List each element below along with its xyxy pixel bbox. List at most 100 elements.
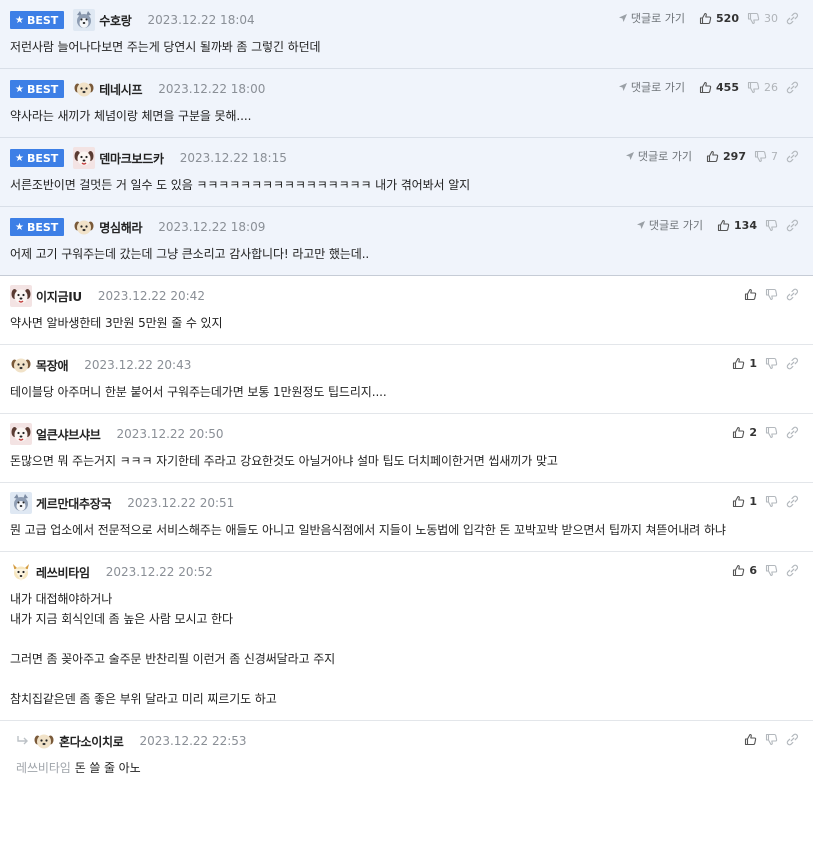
author-nickname[interactable]: 혼다소이치로 (59, 733, 124, 750)
mention-tag[interactable]: 레쓰비타임 (16, 761, 71, 775)
author-nickname[interactable]: 덴마크보드카 (99, 150, 164, 167)
dog-red-avatar[interactable] (10, 285, 32, 307)
author-nickname[interactable]: 명심해라 (99, 219, 142, 236)
upvote-button[interactable]: 520 (699, 12, 739, 25)
copy-link-button[interactable] (786, 357, 799, 370)
comment-date: 2023.12.22 20:52 (105, 565, 213, 579)
downvote-button[interactable] (765, 495, 778, 508)
comment-text-line: 참치집같은덴 좀 좋은 부위 달라고 미리 찌르기도 하고 (10, 692, 277, 706)
upvote-button[interactable] (744, 288, 757, 301)
thumbs-down-icon (765, 288, 778, 300)
author-nickname[interactable]: 목장애 (36, 357, 69, 374)
copy-link-button[interactable] (786, 564, 799, 577)
upvote-button[interactable]: 2 (732, 426, 757, 439)
comment-header: 목장애 2023.12.22 20:43 1 (10, 354, 803, 376)
thumbs-up-icon (706, 150, 719, 162)
comment-header: 얼큰샤브샤브 2023.12.22 20:50 2 (10, 423, 803, 445)
puppy-avatar[interactable] (10, 354, 32, 376)
goto-comment-link[interactable]: 댓글로 가기 (636, 217, 703, 233)
husky-avatar[interactable] (73, 9, 96, 31)
upvote-button[interactable]: 455 (699, 81, 739, 94)
thumbs-up-icon (699, 81, 712, 93)
downvote-button[interactable] (765, 564, 778, 577)
comment-header: 혼다소이치로 2023.12.22 22:53 (16, 730, 803, 752)
copy-link-button[interactable] (786, 150, 799, 163)
upvote-count: 1 (749, 356, 757, 370)
thumbs-down-icon (765, 733, 778, 745)
best-badge-label: BEST (26, 220, 59, 234)
upvote-count: 1 (749, 494, 757, 508)
author-nickname[interactable]: 테네시프 (99, 81, 142, 98)
comment-body: 약사면 알바생한테 3만원 5만원 줄 수 있지 (10, 307, 803, 344)
puppy-avatar[interactable] (73, 216, 95, 238)
copy-link-button[interactable] (786, 426, 799, 439)
upvote-button[interactable]: 1 (732, 495, 757, 508)
author-nickname[interactable]: 수호랑 (99, 12, 132, 29)
downvote-button[interactable] (765, 219, 778, 232)
downvote-button[interactable] (765, 426, 778, 439)
comment-actions: 1 (724, 354, 799, 372)
comment-date: 2023.12.22 20:50 (116, 427, 224, 441)
comment-header: 레쓰비타임 2023.12.22 20:52 6 (10, 561, 803, 583)
comment-body: 뭔 고급 업소에서 전문적으로 서비스해주는 애들도 아니고 일반음식점에서 지… (10, 514, 803, 551)
copy-link-button[interactable] (786, 288, 799, 301)
downvote-button[interactable]: 7 (754, 150, 778, 163)
copy-link-button[interactable] (786, 219, 799, 232)
downvote-button[interactable] (765, 733, 778, 746)
comment-header: ★ BEST 수호랑 2023.12.22 18:04 댓글로 가기 520 30 (10, 9, 803, 31)
dog-red-avatar[interactable] (73, 147, 96, 169)
upvote-button[interactable]: 6 (732, 564, 757, 577)
goto-comment-label: 댓글로 가기 (637, 150, 693, 163)
link-icon (786, 219, 799, 231)
author-nickname[interactable]: 얼큰샤브샤브 (36, 426, 101, 443)
upvote-count: 6 (749, 563, 757, 577)
upvote-button[interactable]: 297 (706, 150, 746, 163)
link-icon (786, 426, 799, 438)
comment-text-line: 뭔 고급 업소에서 전문적으로 서비스해주는 애들도 아니고 일반음식점에서 지… (10, 523, 726, 537)
comment-actions (736, 285, 799, 303)
arrow-icon (618, 14, 627, 22)
goto-comment-link[interactable]: 댓글로 가기 (618, 79, 685, 95)
downvote-button[interactable]: 26 (747, 81, 778, 94)
thumbs-up-icon (744, 288, 757, 300)
upvote-count: 455 (716, 80, 739, 94)
comment-text-line: 저런사람 늘어나다보면 주는게 당연시 될까봐 좀 그렇긴 하던데 (10, 40, 321, 54)
author-nickname[interactable]: 레쓰비타임 (36, 564, 90, 581)
author-nickname[interactable]: 이지금IU (36, 288, 82, 305)
husky-avatar[interactable] (10, 492, 32, 514)
fox-avatar[interactable] (10, 561, 32, 583)
upvote-button[interactable] (744, 733, 757, 746)
downvote-button[interactable] (765, 357, 778, 370)
comment-body: 어제 고기 구워주는데 갔는데 그냥 큰소리고 감사합니다! 라고만 했는데.. (10, 238, 803, 275)
comment-header: 게르만대추장국 2023.12.22 20:51 1 (10, 492, 803, 514)
copy-link-button[interactable] (786, 495, 799, 508)
link-icon (786, 733, 799, 745)
downvote-button[interactable] (765, 288, 778, 301)
copy-link-button[interactable] (786, 81, 799, 94)
puppy-avatar[interactable] (33, 730, 55, 752)
star-icon: ★ (15, 221, 24, 233)
reply-text: 돈 쓸 줄 아노 (74, 761, 141, 775)
goto-comment-link[interactable]: 댓글로 가기 (625, 148, 692, 164)
comment-item: 이지금IU 2023.12.22 20:42 약사면 알바생한테 3만원 5만원… (0, 276, 813, 345)
downvote-button[interactable]: 30 (747, 12, 778, 25)
upvote-count: 134 (734, 218, 757, 232)
comment-text-line: 약사라는 새끼가 체념이랑 체면을 구분을 못해.... (10, 109, 252, 123)
upvote-count: 297 (723, 149, 746, 163)
upvote-button[interactable]: 134 (717, 219, 757, 232)
thumbs-down-icon (747, 12, 760, 24)
dog-red-avatar[interactable] (10, 423, 32, 445)
best-badge: ★ BEST (10, 11, 65, 29)
comment-item: 얼큰샤브샤브 2023.12.22 20:50 2 돈많으면 뭐 주는거지 ㅋㅋ… (0, 414, 813, 483)
copy-link-button[interactable] (786, 12, 799, 25)
copy-link-button[interactable] (786, 733, 799, 746)
comment-body: 테이블당 아주머니 한분 붙어서 구워주는데가면 보통 1만원정도 팁드리지..… (10, 376, 803, 413)
puppy-avatar[interactable] (73, 78, 95, 100)
author-nickname[interactable]: 게르만대추장국 (36, 495, 111, 512)
goto-comment-link[interactable]: 댓글로 가기 (618, 10, 685, 26)
upvote-button[interactable]: 1 (732, 357, 757, 370)
comment-text-line: 서른조반이면 걸멋든 거 일수 도 있음 ㅋㅋㅋㅋㅋㅋㅋㅋㅋㅋㅋㅋㅋㅋㅋㅋ 내가… (10, 178, 471, 192)
link-icon (786, 12, 799, 24)
comment-text-line: 내가 지금 회식인데 좀 높은 사람 모시고 한다 (10, 612, 233, 626)
comment-header: ★ BEST 테네시프 2023.12.22 18:00 댓글로 가기 455 2… (10, 78, 803, 100)
